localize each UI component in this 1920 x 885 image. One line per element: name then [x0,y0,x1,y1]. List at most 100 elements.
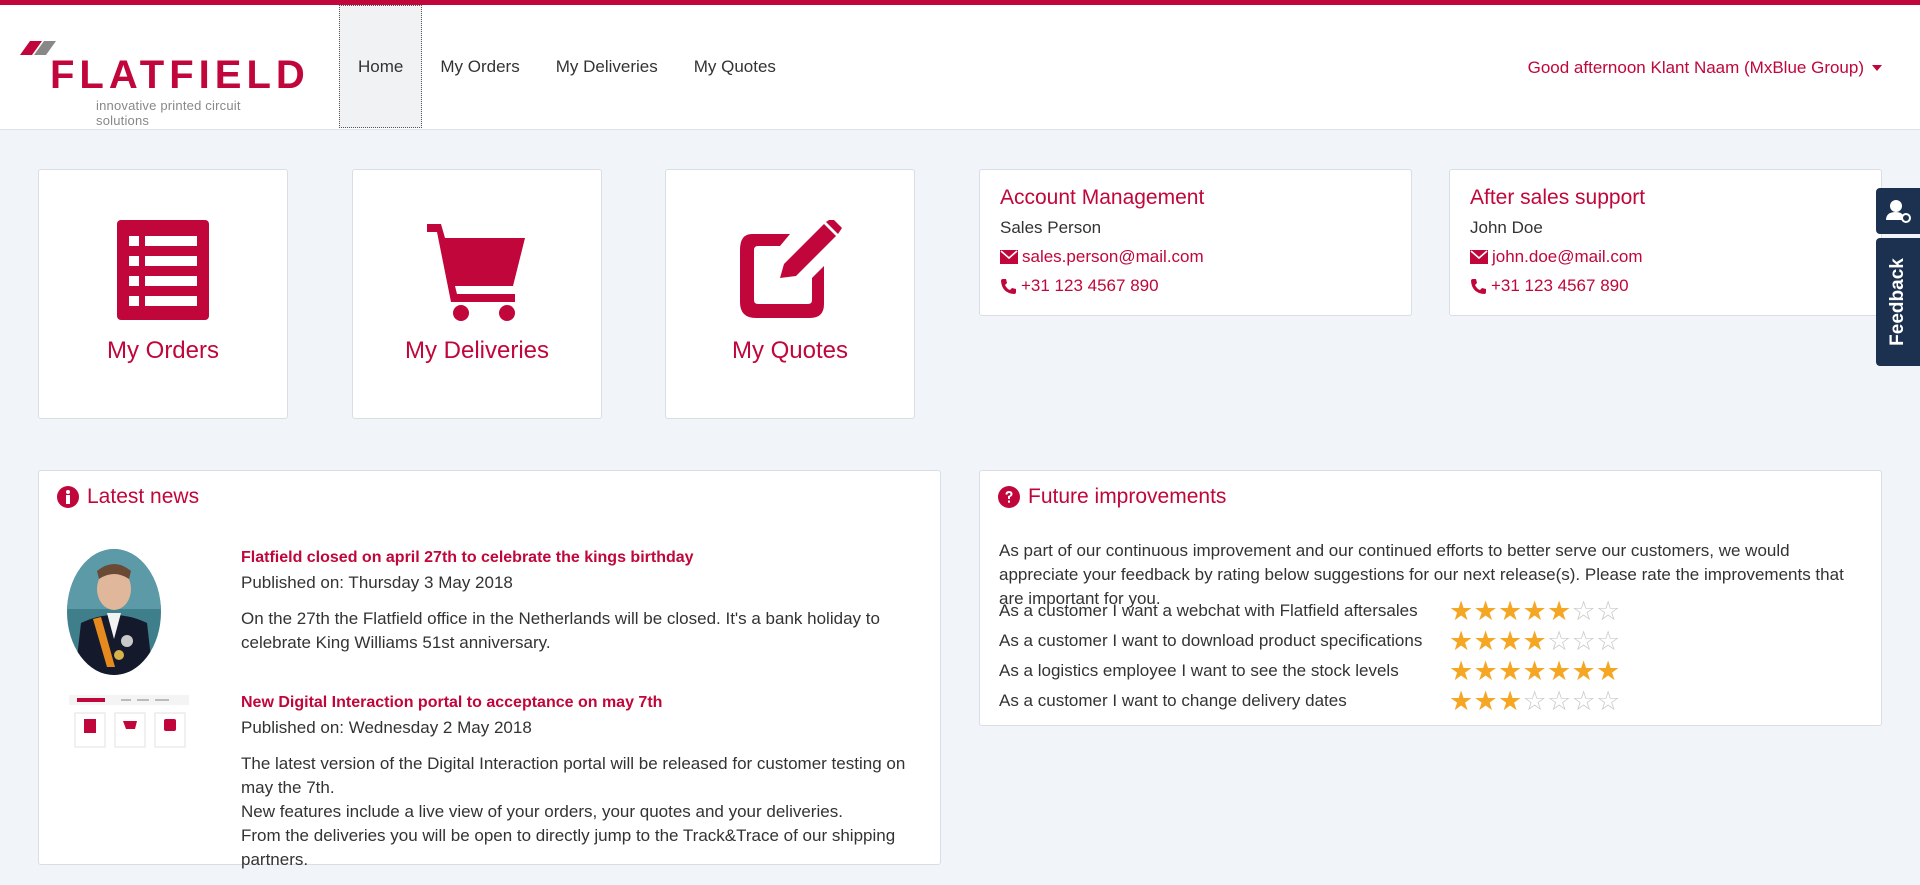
logo-wordmark: FLATFIELD [50,53,310,97]
star-empty-icon[interactable]: ☆ [1572,628,1597,655]
star-filled-icon[interactable]: ★ [1523,598,1548,625]
star-filled-icon[interactable]: ★ [1474,628,1499,655]
tile-my-orders[interactable]: My Orders [38,169,288,419]
star-empty-icon[interactable]: ☆ [1572,598,1597,625]
star-filled-icon[interactable]: ★ [1474,688,1499,715]
star-empty-icon[interactable]: ☆ [1596,628,1621,655]
rating-row: As a customer I want a webchat with Flat… [999,598,1621,625]
star-empty-icon[interactable]: ☆ [1572,688,1597,715]
star-filled-icon[interactable]: ★ [1449,598,1474,625]
news-title-link[interactable]: Flatfield closed on april 27th to celebr… [241,549,921,567]
news-date: Published on: Wednesday 2 May 2018 [241,718,532,737]
star-filled-icon[interactable]: ★ [1498,688,1523,715]
star-filled-icon[interactable]: ★ [1498,598,1523,625]
envelope-icon [1470,250,1488,264]
header: FLATFIELD innovative printed circuit sol… [0,5,1920,130]
star-rating[interactable]: ★ ★ ★ ★ ★ ★ ★ [1449,658,1621,685]
star-rating[interactable]: ★ ★ ★ ★ ☆ ☆ ☆ [1449,628,1621,655]
contact-name: Sales Person [1000,218,1102,237]
tile-label: My Deliveries [404,337,550,364]
contact-phone-link[interactable]: +31 123 4567 890 [1470,276,1861,296]
panel-title-text: Future improvements [1028,485,1227,508]
star-filled-icon[interactable]: ★ [1474,598,1499,625]
news-paragraph: From the deliveries you will be open to … [241,826,896,869]
rating-row: As a logistics employee I want to see th… [999,658,1621,685]
contact-email: john.doe@mail.com [1492,247,1643,266]
edit-icon [740,220,842,318]
contact-phone: +31 123 4567 890 [1021,276,1159,295]
tile-my-quotes[interactable]: My Quotes [665,169,915,419]
star-empty-icon[interactable]: ☆ [1547,628,1572,655]
news-paragraph: On the 27th the Flatfield office in the … [241,609,880,652]
contact-email-link[interactable]: john.doe@mail.com [1470,247,1861,267]
star-filled-icon[interactable]: ★ [1572,658,1597,685]
nav-my-orders[interactable]: My Orders [422,5,537,128]
star-empty-icon[interactable]: ☆ [1547,688,1572,715]
cart-icon [427,224,525,321]
star-empty-icon[interactable]: ☆ [1523,688,1548,715]
news-paragraph: New features include a live view of your… [241,802,843,821]
contact-email: sales.person@mail.com [1022,247,1204,266]
star-filled-icon[interactable]: ★ [1474,658,1499,685]
panel-title: Latest news [57,485,922,509]
feedback-tab[interactable]: Feedback [1876,238,1920,366]
user-settings-icon [1886,200,1911,223]
star-filled-icon[interactable]: ★ [1547,658,1572,685]
contact-name: John Doe [1470,218,1543,237]
news-title-link[interactable]: New Digital Interaction portal to accept… [241,694,921,712]
greeting-text: Good afternoon Klant Naam (MxBlue Group) [1527,57,1864,77]
star-empty-icon[interactable]: ☆ [1596,598,1621,625]
star-rating[interactable]: ★ ★ ★ ☆ ☆ ☆ ☆ [1449,688,1621,715]
news-body: On the 27th the Flatfield office in the … [241,607,921,655]
star-filled-icon[interactable]: ★ [1596,658,1621,685]
news-date: Published on: Thursday 3 May 2018 [241,573,513,592]
main-nav: Home My Orders My Deliveries My Quotes [339,5,794,130]
user-menu[interactable]: Good afternoon Klant Naam (MxBlue Group) [1528,5,1882,130]
tile-label: My Quotes [731,337,849,364]
panel-title: Future improvements [998,485,1863,509]
contact-email-link[interactable]: sales.person@mail.com [1000,247,1391,267]
rating-label: As a logistics employee I want to see th… [999,661,1399,680]
nav-home[interactable]: Home [339,5,423,128]
rating-row: As a customer I want to change delivery … [999,688,1621,715]
star-filled-icon[interactable]: ★ [1449,688,1474,715]
news-paragraph: The latest version of the Digital Intera… [241,754,906,797]
star-rating[interactable]: ★ ★ ★ ★ ★ ☆ ☆ [1449,598,1621,625]
contact-phone: +31 123 4567 890 [1491,276,1629,295]
feedback-label: Feedback [1887,258,1908,346]
star-filled-icon[interactable]: ★ [1449,628,1474,655]
news-image-king-portrait[interactable] [67,549,161,675]
latest-news-panel: Latest news Flatfield closed on april 27… [38,470,941,869]
news-item: Flatfield closed on april 27th to celebr… [241,549,921,655]
news-image-portal-screenshot[interactable] [69,695,189,757]
nav-my-deliveries[interactable]: My Deliveries [538,5,676,128]
nav-my-quotes[interactable]: My Quotes [676,5,794,128]
tile-my-deliveries[interactable]: My Deliveries [352,169,602,419]
star-filled-icon[interactable]: ★ [1449,658,1474,685]
caret-down-icon [1872,64,1882,71]
star-filled-icon[interactable]: ★ [1498,658,1523,685]
news-body: The latest version of the Digital Intera… [241,752,921,872]
phone-icon [1471,278,1486,294]
star-empty-icon[interactable]: ☆ [1596,688,1621,715]
contact-phone-link[interactable]: +31 123 4567 890 [1000,276,1391,296]
star-filled-icon[interactable]: ★ [1547,598,1572,625]
info-circle-icon [57,486,79,508]
rating-label: As a customer I want to download product… [999,631,1423,650]
envelope-icon [1000,250,1018,264]
news-item: New Digital Interaction portal to accept… [241,694,921,872]
account-management-card: Account Management Sales Person sales.pe… [979,169,1412,316]
star-filled-icon[interactable]: ★ [1523,628,1548,655]
flatfield-logo[interactable]: FLATFIELD innovative printed circuit sol… [20,33,305,128]
tile-label: My Orders [106,337,219,364]
user-settings-tab[interactable] [1876,188,1920,234]
star-filled-icon[interactable]: ★ [1523,658,1548,685]
card-title: After sales support [1470,186,1646,209]
panel-title-text: Latest news [87,485,200,508]
rating-label: As a customer I want a webchat with Flat… [999,601,1418,620]
rating-row: As a customer I want to download product… [999,628,1621,655]
rating-label: As a customer I want to change delivery … [999,691,1347,710]
logo-tagline: innovative printed circuit solutions [96,98,241,128]
card-title: Account Management [1000,186,1205,209]
star-filled-icon[interactable]: ★ [1498,628,1523,655]
